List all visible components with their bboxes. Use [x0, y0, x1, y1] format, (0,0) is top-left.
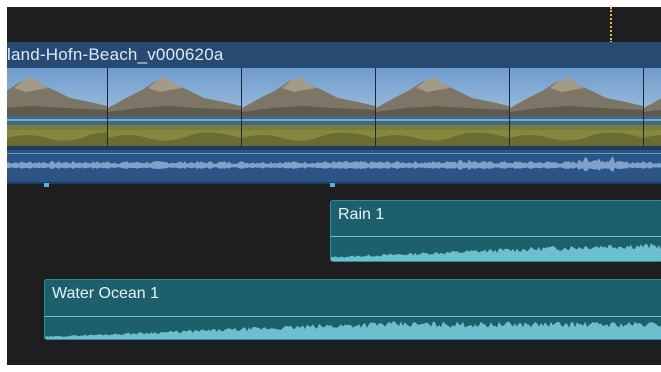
timeline[interactable]: land-Hofn-Beach_v000620a Rain 1 Water Oc…: [7, 7, 661, 365]
audio-clip-name: Rain 1: [338, 206, 385, 223]
video-thumbnail: [644, 68, 661, 146]
video-thumbnail: [7, 68, 108, 146]
audio-clip-rain[interactable]: Rain 1: [330, 200, 661, 262]
clip-marker-icon[interactable]: [330, 183, 335, 187]
waveform-shape: [45, 321, 661, 339]
video-clip-audio-waveform: [7, 150, 661, 182]
clip-marker-icon[interactable]: [44, 183, 49, 187]
video-clip[interactable]: land-Hofn-Beach_v000620a: [7, 42, 661, 184]
video-clip-title: land-Hofn-Beach_v000620a: [7, 45, 224, 64]
audio-waveform: [331, 243, 661, 261]
audio-clip-name: Water Ocean 1: [52, 285, 160, 302]
video-thumbnail: [242, 68, 376, 146]
audio-clip-water-ocean[interactable]: Water Ocean 1: [44, 279, 661, 340]
video-thumbnail: [108, 68, 242, 146]
video-clip-title-bar: land-Hofn-Beach_v000620a: [7, 42, 661, 68]
video-thumbnail: [376, 68, 510, 146]
video-thumbnail: [510, 68, 644, 146]
audio-waveform: [45, 321, 661, 339]
playhead-marker-icon[interactable]: [610, 7, 612, 43]
video-filmstrip: [7, 68, 661, 146]
waveform-shape: [331, 243, 661, 261]
